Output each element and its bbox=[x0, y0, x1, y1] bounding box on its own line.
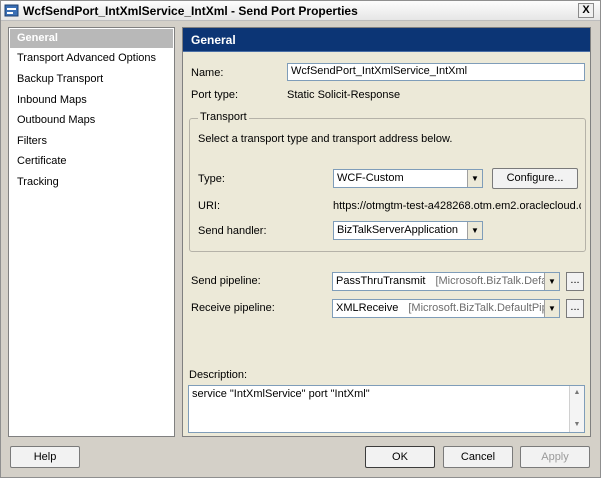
type-label: Type: bbox=[198, 173, 225, 185]
sidebar-item-transport-advanced-options[interactable]: Transport Advanced Options bbox=[10, 49, 173, 68]
sidebar-item-certificate[interactable]: Certificate bbox=[10, 152, 173, 171]
transport-legend: Transport bbox=[198, 111, 249, 123]
receive-pipeline-browse-button[interactable]: ... bbox=[566, 299, 584, 318]
receive-pipeline-value: XMLReceive bbox=[336, 302, 399, 314]
ok-button[interactable]: OK bbox=[365, 446, 435, 468]
sidebar-item-outbound-maps[interactable]: Outbound Maps bbox=[10, 111, 173, 130]
scroll-up-icon[interactable]: ▲ bbox=[570, 386, 584, 400]
port-type-value: Static Solicit-Response bbox=[287, 89, 401, 101]
send-handler-select[interactable]: BizTalkServerApplication ▼ bbox=[333, 221, 483, 240]
chevron-down-icon: ▼ bbox=[544, 273, 559, 290]
receive-pipeline-select[interactable]: XMLReceive [Microsoft.BizTalk.DefaultPip … bbox=[332, 299, 560, 318]
sidebar-item-general[interactable]: General bbox=[10, 29, 173, 48]
apply-button[interactable]: Apply bbox=[520, 446, 590, 468]
type-select-value: WCF-Custom bbox=[337, 172, 404, 184]
uri-label: URI: bbox=[198, 200, 220, 212]
sidebar-item-backup-transport[interactable]: Backup Transport bbox=[10, 70, 173, 89]
sidebar-item-inbound-maps[interactable]: Inbound Maps bbox=[10, 91, 173, 110]
send-pipeline-value: PassThruTransmit bbox=[336, 275, 426, 287]
sidebar-item-tracking[interactable]: Tracking bbox=[10, 173, 173, 192]
send-port-properties-dialog: WcfSendPort_IntXmlService_IntXml - Send … bbox=[0, 0, 601, 478]
send-handler-label: Send handler: bbox=[198, 225, 267, 237]
cancel-button[interactable]: Cancel bbox=[443, 446, 513, 468]
help-button[interactable]: Help bbox=[10, 446, 80, 468]
send-handler-value: BizTalkServerApplication bbox=[337, 224, 459, 236]
receive-pipeline-assembly: [Microsoft.BizTalk.DefaultPip bbox=[408, 302, 548, 314]
transport-group: Transport Select a transport type and tr… bbox=[189, 111, 586, 252]
panel-header: General bbox=[183, 28, 590, 52]
send-pipeline-assembly: [Microsoft.BizTalk.Default bbox=[435, 275, 559, 287]
uri-value: https://otmgtm-test-a428268.otm.em2.orac… bbox=[333, 200, 581, 212]
chevron-down-icon: ▼ bbox=[467, 222, 482, 239]
chevron-down-icon: ▼ bbox=[467, 170, 482, 187]
general-panel: General Name: WcfSendPort_IntXmlService_… bbox=[182, 27, 591, 437]
type-select[interactable]: WCF-Custom ▼ bbox=[333, 169, 483, 188]
port-type-label: Port type: bbox=[191, 89, 239, 101]
sidebar: General Transport Advanced Options Backu… bbox=[8, 27, 175, 437]
name-label: Name: bbox=[191, 67, 224, 79]
send-pipeline-browse-button[interactable]: ... bbox=[566, 272, 584, 291]
description-scrollbar[interactable]: ▲ ▼ bbox=[569, 386, 584, 432]
send-pipeline-select[interactable]: PassThruTransmit [Microsoft.BizTalk.Defau… bbox=[332, 272, 560, 291]
app-icon bbox=[4, 4, 19, 17]
transport-hint: Select a transport type and transport ad… bbox=[198, 133, 453, 145]
configure-button[interactable]: Configure... bbox=[492, 168, 578, 189]
title-bar: WcfSendPort_IntXmlService_IntXml - Send … bbox=[1, 1, 600, 21]
sidebar-item-filters[interactable]: Filters bbox=[10, 132, 173, 151]
close-button[interactable]: X bbox=[578, 3, 594, 18]
scroll-down-icon[interactable]: ▼ bbox=[570, 418, 584, 432]
window-title: WcfSendPort_IntXmlService_IntXml - Send … bbox=[23, 4, 358, 18]
description-label: Description: bbox=[189, 369, 248, 381]
description-text: service "IntXmlService" port "IntXml" bbox=[192, 388, 370, 400]
description-field[interactable]: service "IntXmlService" port "IntXml" ▲ … bbox=[188, 385, 585, 433]
name-field[interactable]: WcfSendPort_IntXmlService_IntXml bbox=[287, 63, 585, 81]
receive-pipeline-label: Receive pipeline: bbox=[191, 302, 275, 314]
chevron-down-icon: ▼ bbox=[544, 300, 559, 317]
send-pipeline-label: Send pipeline: bbox=[191, 275, 261, 287]
